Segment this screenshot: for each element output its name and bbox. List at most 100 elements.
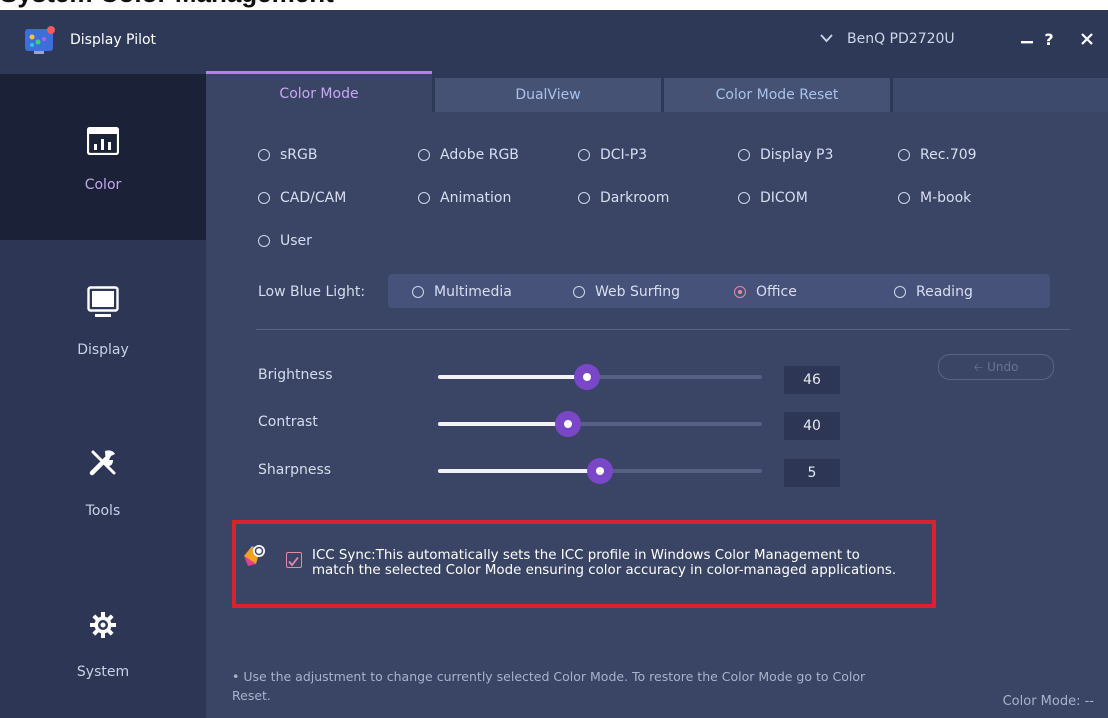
gear-icon [90,612,116,638]
radio-label: DICOM [760,190,808,206]
app-title: Display Pilot [70,32,157,48]
radio-label: Darkroom [600,190,670,206]
radio-circle-selected [734,286,746,298]
radio-circle [898,149,910,161]
radio-label: Office [756,284,797,300]
radio-display-p3[interactable]: Display P3 [738,147,833,163]
monitor-icon [87,286,119,317]
contrast-value[interactable]: 40 [784,412,840,440]
radio-circle [418,149,430,161]
close-button[interactable] [1073,26,1101,54]
top-strip: System Color Management [0,0,1108,10]
footnote: • Use the adjustment to change currently… [232,669,866,703]
radio-circle [738,192,750,204]
tab-bar: Color Mode DualView Color Mode Reset [206,71,1108,115]
sharpness-value[interactable]: 5 [784,459,840,487]
icc-sync-highlight: ICC Sync:This automatically sets the ICC… [232,520,936,608]
radio-circle [898,192,910,204]
contrast-label: Contrast [258,414,318,430]
monitor-selector[interactable]: BenQ PD2720U [820,31,955,47]
undo-button[interactable]: 🡠 Undo [938,354,1054,380]
tab-color-mode[interactable]: Color Mode [206,71,432,115]
radio-label: Multimedia [434,284,512,300]
radio-circle [258,192,270,204]
radio-cad-cam[interactable]: CAD/CAM [258,190,346,206]
sidebar-item-label: Display [77,342,129,358]
tools-icon [89,450,116,476]
color-mode-status: Color Mode: -- [1002,694,1094,709]
radio-multimedia[interactable]: Multimedia [412,284,512,300]
radio-label: Animation [440,190,512,206]
radio-circle [418,192,430,204]
icc-sync-description: ICC Sync:This automatically sets the ICC… [312,548,897,578]
radio-circle [578,192,590,204]
slider-fill [438,422,568,426]
title-bar: Display Pilot BenQ PD2720U ? [0,10,1108,74]
radio-srgb[interactable]: sRGB [258,147,317,163]
slider-fill [438,469,600,473]
icc-sync-checkbox[interactable] [286,552,302,568]
radio-user[interactable]: User [258,233,312,249]
slider-thumb[interactable] [554,411,581,437]
radio-circle [894,286,906,298]
brightness-label: Brightness [258,367,333,383]
radio-label: Web Surfing [595,284,681,300]
sidebar-item-tools[interactable]: Tools [0,390,206,554]
radio-darkroom[interactable]: Darkroom [578,190,669,206]
radio-label: Reading [916,284,973,300]
radio-rec709[interactable]: Rec.709 [898,147,977,163]
radio-circle [412,286,424,298]
tab-empty [893,78,1108,112]
undo-arrow-icon: 🡠 [973,360,984,374]
icc-profile-icon [244,545,265,566]
checkmark-icon [288,556,299,567]
radio-label: Rec.709 [920,147,977,163]
radio-label: M-book [920,190,972,206]
slider-fill [438,375,588,379]
clipped-heading: System Color Management [0,0,334,9]
radio-office[interactable]: Office [734,284,797,300]
sidebar-item-system[interactable]: System [0,554,206,718]
radio-adobe-rgb[interactable]: Adobe RGB [418,147,519,163]
section-divider [256,329,1070,330]
chevron-down-icon [820,32,833,47]
color-chart-icon [87,127,119,155]
sharpness-label: Sharpness [258,462,332,478]
undo-label: Undo [987,360,1019,374]
radio-circle [258,149,270,161]
radio-circle [573,286,585,298]
radio-dci-p3[interactable]: DCI-P3 [578,147,647,163]
low-blue-light-label: Low Blue Light: [258,284,366,300]
radio-circle [258,235,270,247]
radio-web-surfing[interactable]: Web Surfing [573,284,680,300]
tab-dualview[interactable]: DualView [435,78,661,112]
sidebar-item-label: System [76,664,130,680]
radio-label: Display P3 [760,147,834,163]
radio-label: sRGB [280,147,318,163]
sidebar-item-display[interactable]: Display [0,240,206,390]
radio-m-book[interactable]: M-book [898,190,971,206]
slider-thumb[interactable] [587,458,613,484]
brightness-slider[interactable] [438,364,762,390]
sidebar-item-color[interactable]: Color [0,74,206,240]
radio-label: CAD/CAM [280,190,347,206]
close-icon [1081,33,1093,45]
radio-dicom[interactable]: DICOM [738,190,808,206]
brightness-value[interactable]: 46 [784,366,840,394]
tab-color-mode-reset[interactable]: Color Mode Reset [664,78,890,112]
radio-circle [738,149,750,161]
contrast-slider[interactable] [438,411,762,437]
help-button[interactable]: ? [1035,26,1063,54]
radio-animation[interactable]: Animation [418,190,511,206]
main-panel: Color Mode DualView Color Mode Reset sRG… [206,71,1108,718]
sharpness-slider[interactable] [438,458,762,484]
slider-thumb[interactable] [574,364,601,390]
app-logo-icon [25,26,55,54]
sidebar: Color Display Tools System [0,74,206,718]
sidebar-item-label: Tools [85,503,121,519]
radio-reading[interactable]: Reading [894,284,973,300]
radio-label: DCI-P3 [600,147,648,163]
monitor-name: BenQ PD2720U [847,31,955,47]
sidebar-item-label: Color [84,177,122,193]
radio-label: Adobe RGB [440,147,519,163]
